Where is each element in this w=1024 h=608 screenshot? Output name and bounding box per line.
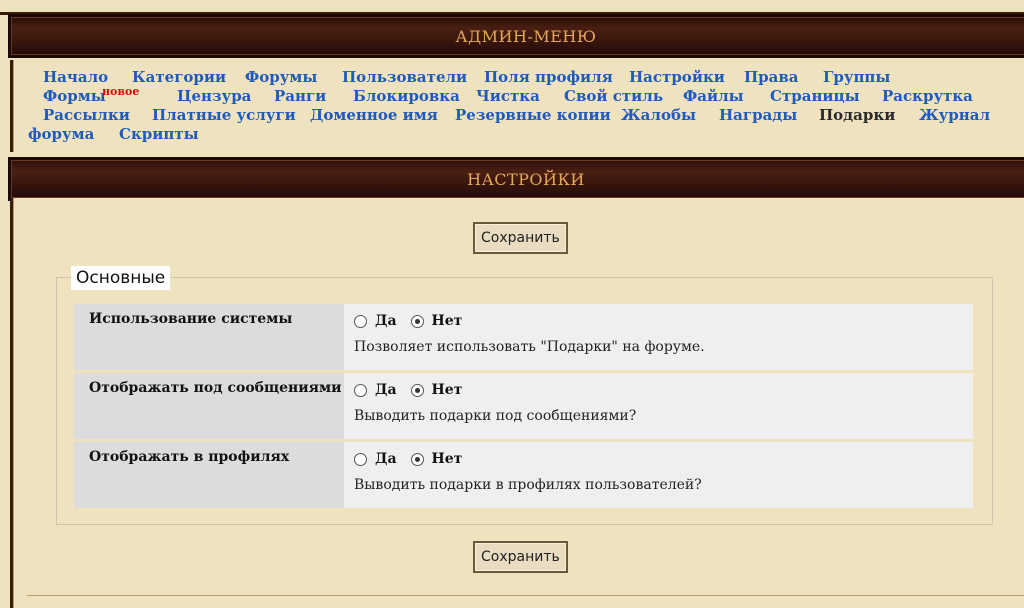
menu-item-censorship[interactable]: Цензура: [177, 87, 251, 105]
menu-item-cleanup[interactable]: Чистка: [476, 87, 540, 105]
menu-item-gifts: Подарки: [819, 106, 896, 124]
admin-menu-title: АДМИН-МЕНЮ: [455, 26, 597, 46]
settings-title: НАСТРОЙКИ: [467, 169, 585, 189]
menu-item-journal-cont[interactable]: форума: [28, 125, 94, 143]
radio-group: Да Нет: [354, 382, 476, 398]
radio-no[interactable]: [410, 452, 424, 466]
setting-label: Использование системы: [89, 311, 293, 327]
setting-value-cell: Да Нет Позволяет использовать "Подарки" …: [344, 304, 973, 370]
setting-description: Выводить подарки под сообщениями?: [354, 408, 637, 424]
menu-item-settings[interactable]: Настройки: [629, 68, 725, 86]
setting-label: Отображать под сообщениями: [89, 380, 342, 396]
main-settings-fieldset: Основные Использование системы Да Нет По…: [56, 266, 993, 525]
setting-value-cell: Да Нет Выводить подарки под сообщениями?: [344, 373, 973, 439]
menu-item-forums[interactable]: Форумы: [245, 68, 317, 86]
menu-item-domain[interactable]: Доменное имя: [310, 106, 438, 124]
radio-yes[interactable]: [354, 452, 367, 466]
menu-item-permissions[interactable]: Права: [744, 68, 799, 86]
radio-yes[interactable]: [354, 383, 367, 397]
menu-item-categories[interactable]: Категории: [132, 68, 226, 86]
setting-row: Отображать под сообщениями Да Нет Выводи…: [74, 373, 973, 439]
menu-item-paid-services[interactable]: Платные услуги: [152, 106, 296, 124]
radio-group: Да Нет: [354, 451, 476, 467]
radio-no-label[interactable]: Нет: [432, 313, 463, 329]
admin-menu-panel: Начало Категории Форумы Пользователи Пол…: [10, 60, 1024, 152]
setting-label-cell: Использование системы: [74, 304, 344, 370]
radio-no-label[interactable]: Нет: [432, 451, 463, 467]
bottom-divider: [27, 595, 1024, 596]
new-badge: новое: [102, 85, 140, 98]
menu-item-backups[interactable]: Резервные копии: [455, 106, 611, 124]
radio-no[interactable]: [410, 314, 424, 328]
menu-item-home[interactable]: Начало: [43, 68, 108, 86]
setting-description: Выводить подарки в профилях пользователе…: [354, 477, 702, 493]
radio-no[interactable]: [410, 383, 424, 397]
settings-header: НАСТРОЙКИ: [8, 157, 1024, 201]
menu-item-scripts[interactable]: Скрипты: [119, 125, 199, 143]
menu-item-users[interactable]: Пользователи: [342, 68, 467, 86]
radio-yes-label[interactable]: Да: [375, 382, 397, 398]
settings-content: Сохранить Основные Использование системы…: [10, 198, 1024, 608]
radio-yes-label[interactable]: Да: [375, 451, 397, 467]
menu-item-journal[interactable]: Журнал: [919, 106, 990, 124]
menu-item-promotion[interactable]: Раскрутка: [882, 87, 973, 105]
menu-item-files[interactable]: Файлы: [683, 87, 744, 105]
setting-description: Позволяет использовать "Подарки" на фору…: [354, 339, 705, 355]
menu-item-profile-fields[interactable]: Поля профиля: [484, 68, 613, 86]
menu-item-mailings[interactable]: Рассылки: [43, 106, 130, 124]
menu-item-custom-style[interactable]: Свой стиль: [564, 87, 663, 105]
setting-label: Отображать в профилях: [89, 449, 290, 465]
radio-no-label[interactable]: Нет: [432, 382, 463, 398]
menu-item-ranks[interactable]: Ранги: [274, 87, 326, 105]
menu-item-forms[interactable]: Формы: [43, 87, 106, 105]
setting-value-cell: Да Нет Выводить подарки в профилях польз…: [344, 442, 973, 508]
content-border: [13, 198, 14, 608]
menu-item-complaints[interactable]: Жалобы: [621, 106, 696, 124]
top-strip: [0, 0, 1024, 15]
fieldset-legend: Основные: [71, 266, 171, 290]
setting-label-cell: Отображать в профилях: [74, 442, 344, 508]
setting-label-cell: Отображать под сообщениями: [74, 373, 344, 439]
radio-group: Да Нет: [354, 313, 476, 329]
menu-item-groups[interactable]: Группы: [823, 68, 890, 86]
setting-row: Отображать в профилях Да Нет Выводить по…: [74, 442, 973, 508]
save-button-top[interactable]: Сохранить: [473, 222, 568, 254]
menu-item-awards[interactable]: Награды: [719, 106, 797, 124]
setting-row: Использование системы Да Нет Позволяет и…: [74, 304, 973, 370]
radio-yes-label[interactable]: Да: [375, 313, 397, 329]
menu-item-blocking[interactable]: Блокировка: [353, 87, 460, 105]
save-button-bottom[interactable]: Сохранить: [473, 541, 568, 573]
menu-item-pages[interactable]: Страницы: [770, 87, 860, 105]
radio-yes[interactable]: [354, 314, 367, 328]
admin-menu-header: АДМИН-МЕНЮ: [8, 14, 1024, 58]
